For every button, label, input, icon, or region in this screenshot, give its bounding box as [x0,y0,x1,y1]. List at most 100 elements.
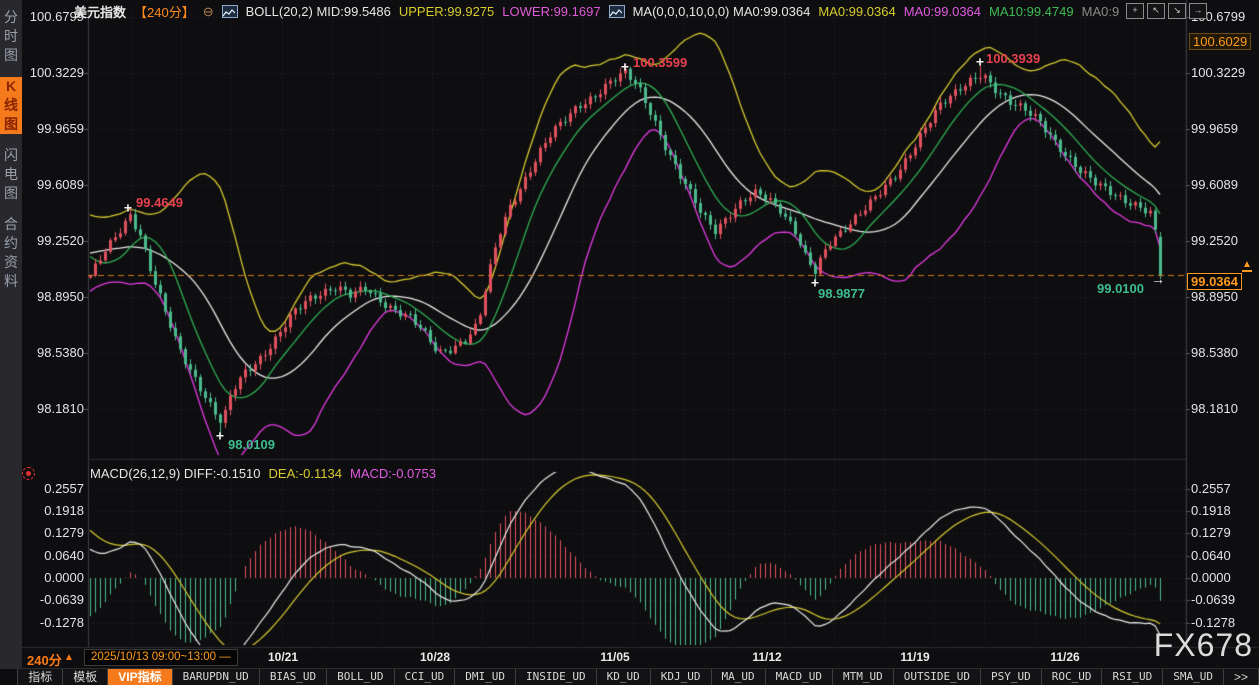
scale-right-icon[interactable]: ↘ [1168,3,1186,19]
tab-MACD_UD[interactable]: MACD_UD [766,669,833,685]
macd-tick-label: 0.0640 [1191,548,1257,563]
sidebar-item-char: 时 [0,27,22,46]
tab-BARUPDN_UD[interactable]: BARUPDN_UD [173,669,260,685]
sidebar-item-char: 图 [0,115,22,134]
collapse-icon[interactable]: ⊖ [203,4,214,20]
extreme-cross-marker: + [216,428,224,444]
symbol-title: 美元指数 [74,2,126,21]
shift-right-icon[interactable]: → [1189,3,1207,19]
sidebar-item-char: 线 [0,96,22,115]
extreme-price-label: 100.3939 [986,51,1040,66]
ma-indicator-icon [609,5,625,18]
tab-INSIDE_UD[interactable]: INSIDE_UD [516,669,597,685]
date-label: 10/21 [253,650,313,664]
macd-diff-value: MACD(26,12,9) DIFF:-0.1510 [90,466,261,481]
macd-tick-label: 0.0000 [1191,570,1257,585]
tab-KDJ_UD[interactable]: KDJ_UD [651,669,712,685]
date-label: 11/12 [737,650,797,664]
macd-tick-label: -0.0639 [1191,592,1257,607]
macd-macd-value: MACD:-0.0753 [350,466,436,481]
date-label: 11/19 [885,650,945,664]
date-label: 11/05 [585,650,645,664]
tab-MTM_UD[interactable]: MTM_UD [833,669,894,685]
extreme-cross-marker: + [124,199,132,215]
tab-BOLL_UD[interactable]: BOLL_UD [327,669,394,685]
tab-BIAS_UD[interactable]: BIAS_UD [260,669,327,685]
tabs-more-button[interactable]: >> [1224,669,1259,685]
move-icon[interactable]: + [1126,3,1144,19]
current-price-badge: 99.0364 [1187,273,1242,290]
macd-panel-icon[interactable] [22,467,35,480]
price-tick-label: 98.1810 [1191,401,1257,416]
macd-tick-label: 0.1918 [22,503,84,518]
sidebar-item-char: K [0,77,22,96]
boll-indicator-icon [222,5,238,18]
tab-ROC_UD[interactable]: ROC_UD [1042,669,1103,685]
boll-mid-value: BOLL(20,2) MID:99.5486 [246,4,391,19]
session-high-badge: 100.6029 [1189,33,1251,50]
price-tick-label: 98.5380 [22,345,84,360]
price-tick-label: 99.2520 [22,233,84,248]
extreme-price-label: 98.0109 [228,437,275,452]
extreme-cross-marker: + [976,54,984,70]
boll-lower-value: LOWER:99.1697 [502,4,600,19]
chart-canvas[interactable] [0,0,1259,685]
main-chart-header: 美元指数【240分】⊖BOLL(20,2) MID:99.5486UPPER:9… [74,2,1119,21]
sidebar-item-4[interactable]: 合约资料 [0,215,22,291]
period-label: 【240分】 [134,2,195,21]
price-tick-label: 98.8950 [1191,289,1257,304]
extreme-price-label: 98.9877 [818,286,865,301]
chart-toolbar: +↖↘→ [1126,3,1207,19]
price-tick-label: 99.2520 [1191,233,1257,248]
price-tick-label: 100.3229 [1191,65,1257,80]
tab-OUTSIDE_UD[interactable]: OUTSIDE_UD [894,669,981,685]
sidebar-item-3[interactable]: 闪电图 [0,146,22,203]
macd-tick-label: 0.2557 [1191,481,1257,496]
tab-VIP指标[interactable]: VIP指标 [108,669,172,685]
tab-SMA_UD[interactable]: SMA_UD [1163,669,1224,685]
sidebar-item-char: 图 [0,46,22,65]
ma0-gray-value: MA0:9 [1082,4,1120,19]
period-up-arrow-icon[interactable]: ▲ [64,652,74,663]
extreme-price-label: 100.3599 [633,55,687,70]
price-tick-label: 98.8950 [22,289,84,304]
tab-指标[interactable]: 指标 [18,669,63,685]
macd-tick-label: -0.0639 [22,592,84,607]
price-tick-label: 99.6089 [1191,177,1257,192]
tab-PSY_UD[interactable]: PSY_UD [981,669,1042,685]
extreme-price-label: 99.0100 [1097,281,1144,296]
sidebar-item-2[interactable]: K线图 [0,77,22,134]
tab-RSI_UD[interactable]: RSI_UD [1102,669,1163,685]
date-label: 10/28 [405,650,465,664]
scale-left-icon[interactable]: ↖ [1147,3,1165,19]
tabbar-spacer [0,669,18,685]
sidebar-item-char: 资 [0,253,22,272]
current-price-arrow-icon: → [1151,271,1165,287]
macd-tick-label: 0.1279 [1191,525,1257,540]
sidebar-item-char: 分 [0,8,22,27]
tab-DMI_UD[interactable]: DMI_UD [455,669,516,685]
ma-settings-value: MA(0,0,0,10,0,0) MA0:99.0364 [633,4,811,19]
macd-tick-label: 0.1918 [1191,503,1257,518]
extreme-price-label: 99.4649 [136,195,183,210]
price-tick-label: 99.9659 [1191,121,1257,136]
sidebar-item-1[interactable]: 分时图 [0,8,22,65]
macd-tick-label: 0.0640 [22,548,84,563]
tab-MA_UD[interactable]: MA_UD [712,669,766,685]
macd-dea-value: DEA:-0.1134 [269,466,342,481]
trading-app-window: 分时图K线图闪电图合约资料 美元指数【240分】⊖BOLL(20,2) MID:… [0,0,1259,685]
session-range-box[interactable]: 2025/10/13 09:00~13:00 — [84,649,238,666]
macd-tick-label: 0.2557 [22,481,84,496]
tab-CCI_UD[interactable]: CCI_UD [395,669,456,685]
ma0-magenta-value: MA0:99.0364 [904,4,981,19]
tab-KD_UD[interactable]: KD_UD [597,669,651,685]
indicator-tab-bar: 指标模板VIP指标BARUPDN_UDBIAS_UDBOLL_UDCCI_UDD… [0,668,1259,685]
extreme-cross-marker: + [621,59,629,75]
ma0-yellow-value: MA0:99.0364 [818,4,895,19]
extreme-cross-marker: + [811,274,819,290]
price-tick-label: 98.5380 [1191,345,1257,360]
price-tick-label: 99.6089 [22,177,84,192]
price-tick-label: 99.9659 [22,121,84,136]
period-label[interactable]: 240分 [27,650,62,669]
tab-模板[interactable]: 模板 [63,669,108,685]
